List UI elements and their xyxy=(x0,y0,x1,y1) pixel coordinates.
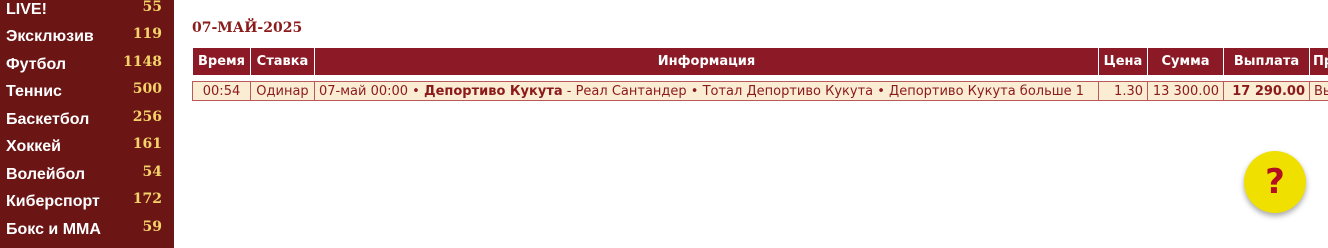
sidebar-item-count: 59 xyxy=(142,219,162,235)
sidebar-item-count: 500 xyxy=(132,81,162,97)
column-header-extra: Пр xyxy=(1309,48,1328,76)
cell-price: 1.30 xyxy=(1098,81,1148,101)
sidebar-item-exclusive[interactable]: Эксклюзив 119 xyxy=(0,23,174,50)
sidebar-item-football[interactable]: Футбол 1148 xyxy=(0,51,174,78)
sidebar-item-volleyball[interactable]: Волейбол 54 xyxy=(0,161,174,188)
sidebar-item-esports[interactable]: Киберспорт 172 xyxy=(0,188,174,215)
cell-info: 07-май 00:00 • Депортиво Кукута - Реал С… xyxy=(314,81,1099,101)
sidebar-item-count: 172 xyxy=(132,191,162,207)
sidebar-item-label: LIVE! xyxy=(6,1,47,18)
bets-date-heading: 07-МАЙ-2025 xyxy=(192,20,303,36)
table-row[interactable]: 00:54 Одинар 07-май 00:00 • Депортиво Ку… xyxy=(192,81,1328,101)
sidebar-item-tennis[interactable]: Теннис 500 xyxy=(0,78,174,105)
sidebar-item-hockey[interactable]: Хоккей 161 xyxy=(0,133,174,160)
column-header-price: Цена xyxy=(1098,48,1148,76)
sidebar-item-label: Киберспорт xyxy=(6,193,100,210)
sidebar-item-label: Хоккей xyxy=(6,138,61,155)
sidebar-item-count: 55 xyxy=(142,0,162,15)
sports-sidebar: LIVE! 55 Эксклюзив 119 Футбол 1148 Тенни… xyxy=(0,0,174,248)
sidebar-item-label: Бокс и MMA xyxy=(6,221,101,238)
sidebar-item-label: Теннис xyxy=(6,83,62,100)
info-details: - Реал Сантандер • Тотал Депортиво Кукут… xyxy=(562,83,1085,99)
sidebar-item-boxing-mma[interactable]: Бокс и MMA 59 xyxy=(0,216,174,243)
cell-payout: 17 290.00 xyxy=(1223,81,1310,101)
sidebar-item-count: 161 xyxy=(132,136,162,152)
help-button[interactable]: ? xyxy=(1244,151,1306,213)
info-datetime: 07-май 00:00 • xyxy=(319,83,424,99)
cell-extra: Вы xyxy=(1309,81,1328,101)
cell-time: 00:54 xyxy=(192,81,251,101)
sidebar-item-count: 1148 xyxy=(123,54,162,70)
question-mark-icon: ? xyxy=(1265,162,1285,202)
sidebar-item-label: Эксклюзив xyxy=(6,28,94,45)
sidebar-item-count: 54 xyxy=(142,164,162,180)
sidebar-item-label: Баскетбол xyxy=(6,111,90,128)
sidebar-item-live[interactable]: LIVE! 55 xyxy=(0,0,174,23)
sidebar-item-basketball[interactable]: Баскетбол 256 xyxy=(0,106,174,133)
sidebar-item-count: 119 xyxy=(132,26,162,42)
column-header-time: Время xyxy=(192,48,251,76)
info-team: Депортиво Кукута xyxy=(423,83,563,99)
sidebar-item-label: Футбол xyxy=(6,56,67,73)
column-header-amount: Сумма xyxy=(1147,48,1224,76)
cell-amount: 13 300.00 xyxy=(1147,81,1224,101)
cell-bet-type: Одинар xyxy=(250,81,315,101)
column-header-payout: Выплата xyxy=(1223,48,1310,76)
table-header-row: Время Ставка Информация Цена Сумма Выпла… xyxy=(192,48,1328,76)
bets-table: Время Ставка Информация Цена Сумма Выпла… xyxy=(192,48,1328,101)
sidebar-item-count: 256 xyxy=(132,109,162,125)
sidebar-item-label: Волейбол xyxy=(6,166,86,183)
column-header-info: Информация xyxy=(314,48,1099,76)
column-header-bet-type: Ставка xyxy=(250,48,315,76)
